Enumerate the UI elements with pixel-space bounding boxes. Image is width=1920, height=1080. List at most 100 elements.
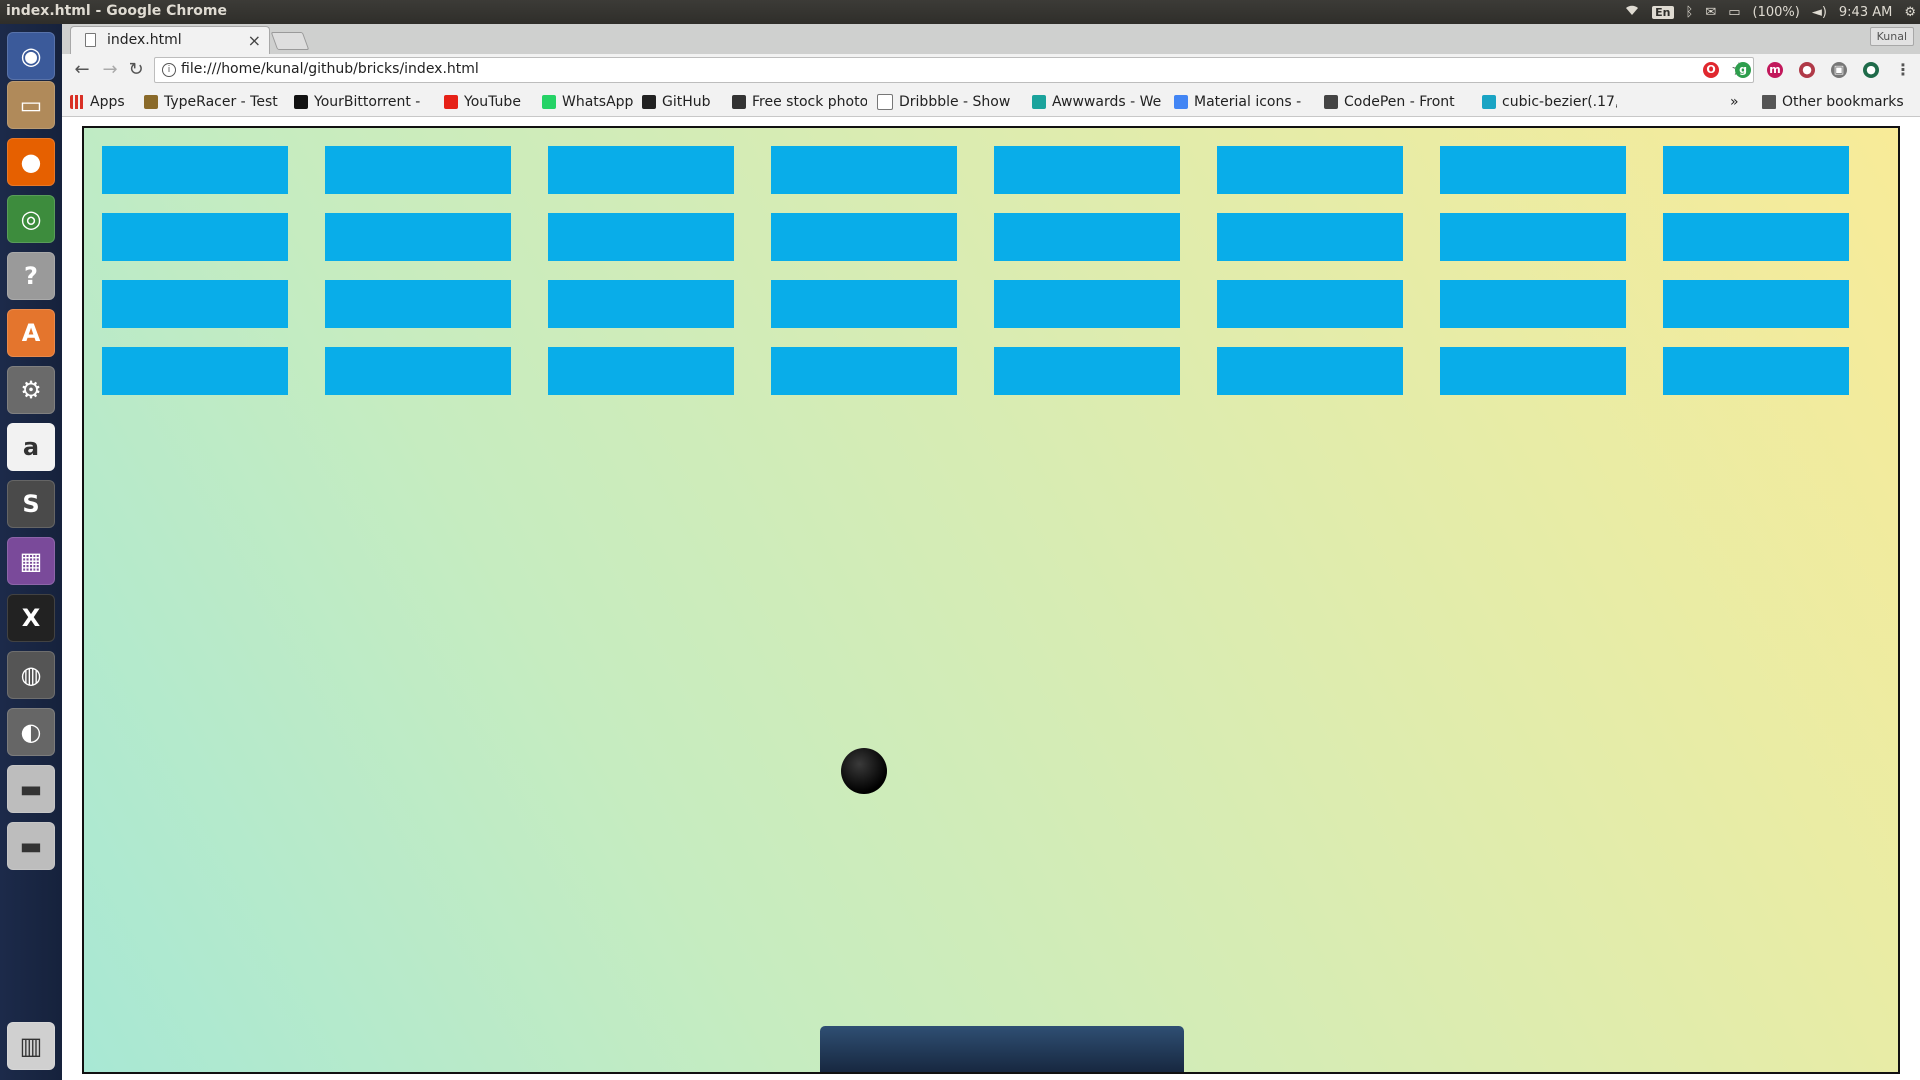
tab-title: index.html [107, 32, 182, 48]
brick [1217, 347, 1403, 395]
bookmark-label: Dribbble - Show [899, 94, 1011, 110]
bookmark-item[interactable]: Material icons - [1174, 93, 1312, 111]
bookmark-item[interactable]: cubic-bezier(.17, [1482, 93, 1617, 111]
new-tab-button[interactable] [270, 32, 310, 50]
brick [771, 280, 957, 328]
colorful-ext-icon[interactable]: ● [1799, 62, 1815, 78]
unity-launcher: ◉ ▭ ● ◎? A ⚙ a S ▦ X ◍ ◐ ▬ ▬ ▥ [0, 24, 63, 1080]
brick [1440, 347, 1626, 395]
browser-window: index.html × Kunal ← → ↻ i file:///home/… [62, 24, 1920, 1080]
brick [102, 280, 288, 328]
brick [1663, 146, 1849, 194]
bookmark-favicon-icon [294, 95, 308, 109]
bookmark-item[interactable]: GitHub [642, 93, 724, 111]
media-player-icon[interactable]: ◍ [7, 651, 55, 699]
window-title: index.html - Google Chrome [6, 3, 227, 19]
video-editor-icon[interactable]: ▦ [7, 537, 55, 585]
bookmark-label: YourBittorrent - [314, 94, 421, 110]
drive-1-icon[interactable]: ▬ [7, 765, 55, 813]
bookmark-item[interactable]: Awwwards - We [1032, 93, 1162, 111]
reload-icon[interactable]: ↻ [124, 58, 148, 82]
brick [1440, 280, 1626, 328]
firefox-icon[interactable]: ● [7, 138, 55, 186]
apps-grid-icon [70, 95, 84, 109]
bookmark-label: CodePen - Front [1344, 94, 1455, 110]
brick [102, 347, 288, 395]
brick [994, 146, 1180, 194]
bookmark-item[interactable]: CodePen - Front [1324, 93, 1464, 111]
brick [994, 347, 1180, 395]
bookmark-item[interactable]: TypeRacer - Test [144, 93, 279, 111]
keyboard-layout-indicator[interactable]: En [1652, 5, 1674, 19]
tab-index-html[interactable]: index.html × [70, 26, 270, 54]
bookmark-favicon-icon [542, 95, 556, 109]
bluetooth-icon[interactable]: ᛒ [1686, 5, 1694, 20]
bookmark-item[interactable]: YourBittorrent - [294, 93, 429, 111]
bookmark-label: Free stock photo [752, 94, 867, 110]
brick [771, 213, 957, 261]
bookmark-apps[interactable]: Apps [70, 93, 125, 111]
opera-ext-icon[interactable]: O [1703, 62, 1719, 78]
xchat-icon[interactable]: X [7, 594, 55, 642]
brick [1217, 280, 1403, 328]
help-icon[interactable]: ? [7, 252, 55, 300]
system-settings-icon[interactable]: ⚙ [7, 366, 55, 414]
chrome-icon[interactable]: ◎ [7, 195, 55, 243]
brick [325, 146, 511, 194]
bookmark-item[interactable]: YouTube [444, 93, 529, 111]
ubuntu-dash-icon[interactable]: ◉ [7, 32, 55, 80]
brick [994, 213, 1180, 261]
amazon-icon[interactable]: a [7, 423, 55, 471]
bookmark-label: Awwwards - We [1052, 94, 1162, 110]
other-bookmarks[interactable]: Other bookmarks [1762, 93, 1904, 111]
brick [994, 280, 1180, 328]
profile-badge[interactable]: Kunal [1869, 27, 1914, 46]
brick [548, 347, 734, 395]
info-icon[interactable]: i [162, 63, 176, 77]
brick [771, 146, 957, 194]
menu-icon[interactable]: ⋮ [1895, 62, 1911, 78]
bookmark-label: YouTube [464, 94, 521, 110]
files-icon[interactable]: ▭ [7, 81, 55, 129]
bookmark-label: TypeRacer - Test [164, 94, 278, 110]
bookmark-label: GitHub [662, 94, 711, 110]
address-bar[interactable]: i file:///home/kunal/github/bricks/index… [154, 57, 1754, 83]
mendeley-ext-icon[interactable]: m [1767, 62, 1783, 78]
bookmark-favicon-icon [1032, 95, 1046, 109]
paddle[interactable] [820, 1026, 1184, 1072]
brick [1663, 347, 1849, 395]
bookmark-favicon-icon [1324, 95, 1338, 109]
battery-percent: (100%) [1752, 4, 1800, 20]
volume-icon[interactable]: ◄) [1812, 5, 1827, 20]
forward-icon[interactable]: → [98, 58, 122, 82]
url-text[interactable]: file:///home/kunal/github/bricks/index.h… [181, 61, 479, 77]
brick [325, 213, 511, 261]
bookmark-favicon-icon [877, 94, 893, 110]
brick [102, 213, 288, 261]
bookmarks-overflow-button[interactable]: » [1730, 93, 1739, 111]
clock[interactable]: 9:43 AM [1839, 5, 1892, 20]
session-gear-icon[interactable]: ⚙ [1904, 5, 1916, 20]
trash-icon[interactable]: ▥ [7, 1022, 55, 1070]
bookmark-label: WhatsApp [562, 94, 634, 110]
close-icon[interactable]: × [248, 31, 261, 50]
software-center-icon[interactable]: A [7, 309, 55, 357]
wifi-icon[interactable] [1624, 4, 1640, 20]
gray-ext-icon[interactable]: ▣ [1831, 62, 1847, 78]
battery-icon[interactable]: ▭ [1728, 5, 1740, 20]
green-ext-icon[interactable]: g [1735, 62, 1751, 78]
bookmark-item[interactable]: Dribbble - Show [877, 93, 1017, 111]
overflow-chevron-icon: » [1730, 94, 1739, 110]
bookmark-item[interactable]: WhatsApp [542, 93, 634, 111]
brick [1440, 146, 1626, 194]
game-canvas[interactable] [82, 126, 1900, 1074]
mail-icon[interactable]: ✉ [1705, 5, 1716, 20]
bookmark-item[interactable]: Free stock photo [732, 93, 867, 111]
gimp-icon[interactable]: ◐ [7, 708, 55, 756]
dark-ext-icon[interactable]: ● [1863, 62, 1879, 78]
sublime-text-icon[interactable]: S [7, 480, 55, 528]
bookmark-favicon-icon [642, 95, 656, 109]
page-content [62, 117, 1920, 1080]
back-icon[interactable]: ← [70, 58, 94, 82]
drive-2-icon[interactable]: ▬ [7, 822, 55, 870]
